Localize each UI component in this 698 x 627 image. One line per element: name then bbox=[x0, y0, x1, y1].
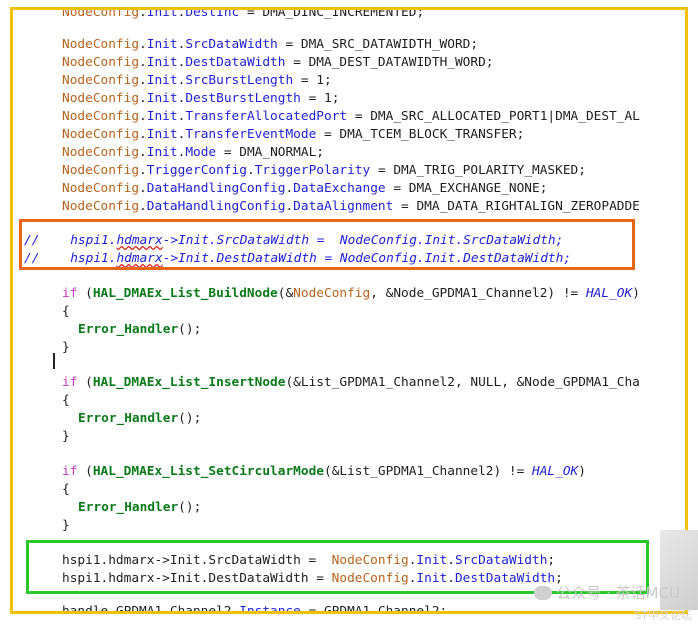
code-line: Error_Handler(); bbox=[78, 411, 202, 426]
code-line: } bbox=[62, 340, 70, 355]
code-line: NodeConfig.Init.DestDataWidth = DMA_DEST… bbox=[62, 55, 494, 70]
text-cursor bbox=[53, 353, 55, 369]
code-line: NodeConfig.Init.SrcDataWidth = DMA_SRC_D… bbox=[62, 37, 479, 52]
code-line: } bbox=[62, 429, 70, 444]
screenshot-frame: NodeConfig.Init.DestInc = DMA_DINC_INCRE… bbox=[10, 7, 688, 614]
code-line: if (HAL_DMAEx_List_SetCircularMode(&List… bbox=[62, 464, 586, 479]
code-line: NodeConfig.Init.DestBurstLength = 1; bbox=[62, 91, 340, 106]
code-line: } bbox=[62, 518, 70, 533]
code-line: NodeConfig.Init.TransferEventMode = DMA_… bbox=[62, 127, 525, 142]
code-line: NodeConfig.Init.TransferAllocatedPort = … bbox=[62, 109, 640, 124]
code-line: NodeConfig.Init.DestInc = DMA_DINC_INCRE… bbox=[62, 7, 425, 20]
code-line: NodeConfig.Init.Mode = DMA_NORMAL; bbox=[62, 145, 325, 160]
wechat-icon bbox=[534, 585, 553, 600]
code-editor[interactable]: NodeConfig.Init.DestInc = DMA_DINC_INCRE… bbox=[16, 10, 685, 614]
code-line: if (HAL_DMAEx_List_InsertNode(&List_GPDM… bbox=[62, 375, 640, 390]
code-line: Error_Handler(); bbox=[78, 322, 202, 337]
code-line: Error_Handler(); bbox=[78, 500, 202, 515]
code-line: NodeConfig.DataHandlingConfig.DataAlignm… bbox=[62, 199, 640, 214]
code-line: NodeConfig.TriggerConfig.TriggerPolarity… bbox=[62, 163, 586, 178]
orange-highlight-box bbox=[19, 219, 635, 270]
code-line: { bbox=[62, 482, 70, 497]
watermark-site: ST中文论坛 bbox=[634, 609, 692, 622]
code-line: { bbox=[62, 393, 70, 408]
code-line: if (HAL_DMAEx_List_BuildNode(&NodeConfig… bbox=[62, 286, 640, 301]
watermark: 公众号 · 茶话MCU bbox=[534, 582, 680, 603]
code-line: handle_GPDMA1_Channel2.Instance = GPDMA1… bbox=[62, 604, 448, 614]
code-line: NodeConfig.Init.SrcBurstLength = 1; bbox=[62, 73, 332, 88]
code-line: NodeConfig.DataHandlingConfig.DataExchan… bbox=[62, 181, 548, 196]
watermark-account: 公众号 · 茶话MCU bbox=[556, 584, 680, 602]
code-line: { bbox=[62, 304, 70, 319]
